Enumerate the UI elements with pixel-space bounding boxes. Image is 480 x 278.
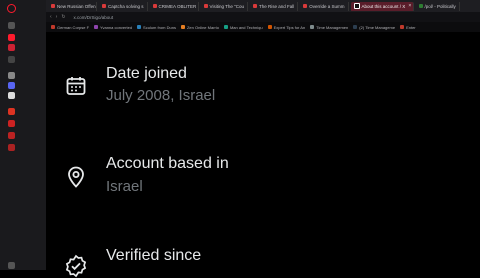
location-pin-icon [68, 166, 84, 188]
sidebar-app-icon[interactable] [8, 56, 15, 63]
browser-tab[interactable]: The Rise and Fall [250, 1, 299, 11]
bookmark-favicon-icon [310, 25, 315, 29]
bookmark-favicon-icon [180, 25, 185, 29]
sidebar-app-icon[interactable] [8, 144, 15, 151]
bookmark-item[interactable]: Sculum from Duns [137, 25, 176, 30]
forward-icon[interactable]: › [56, 14, 58, 20]
browser-tab[interactable]: /pol/ - Politically [416, 1, 460, 11]
bookmark-item[interactable]: Zen Online Marrio [180, 25, 219, 30]
bookmark-favicon-icon [267, 25, 272, 29]
more-icon[interactable] [8, 262, 15, 269]
browser-tab[interactable]: Captcha solving s [99, 1, 148, 11]
bookmark-favicon-icon [94, 25, 99, 29]
x-favicon-icon [353, 3, 360, 9]
bookmarks-bar: German Corpse F Yvanna converted Sculum … [46, 22, 480, 32]
bookmark-item[interactable]: Yvanna converted [94, 25, 132, 30]
url-field[interactable]: x.com/DrSigo/about [74, 15, 114, 20]
bookmark-item[interactable]: Man and Techniqu [223, 25, 263, 30]
home-icon[interactable] [8, 22, 15, 29]
browser-tab[interactable]: CRIMEA OBLITER [150, 1, 199, 11]
tab-favicon-icon [203, 4, 208, 8]
account-based-value: Israel [106, 178, 143, 195]
tab-favicon-icon [152, 4, 157, 8]
back-icon[interactable]: ‹ [50, 14, 52, 20]
browser-sidebar [0, 0, 47, 270]
date-joined-value: July 2008, Israel [106, 87, 216, 104]
opera-logo-icon[interactable] [7, 4, 16, 13]
sidebar-app-icon[interactable] [8, 120, 15, 127]
address-bar: ‹ › ↻ x.com/DrSigo/about [46, 12, 480, 22]
bookmark-favicon-icon [223, 25, 228, 29]
bookmark-item[interactable]: (2) Time Manageme [353, 25, 395, 30]
tab-favicon-icon [51, 4, 55, 8]
x-icon[interactable] [8, 92, 15, 99]
sidebar-app-icon[interactable] [8, 44, 15, 51]
bookmark-favicon-icon [51, 25, 55, 29]
browser-tab[interactable]: Override a Summ [300, 1, 349, 11]
sidebar-app-icon[interactable] [8, 72, 15, 79]
about-account-page: Date joined July 2008, Israel Account ba… [46, 32, 480, 278]
bookmark-item[interactable]: German Corpse F [51, 25, 89, 30]
messenger-icon[interactable] [8, 82, 15, 89]
sidebar-app-icon[interactable] [8, 108, 15, 115]
tab-favicon-icon [252, 4, 257, 8]
verified-since-label: Verified since [106, 247, 202, 264]
browser-tab-active[interactable]: About this account / X × [350, 1, 414, 11]
bookmark-favicon-icon [353, 25, 358, 29]
date-joined-label: Date joined [106, 65, 187, 82]
bookmark-item[interactable]: Expert Tips for An [267, 25, 305, 30]
browser-tab[interactable]: New Russian Offen [48, 1, 97, 11]
close-tab-icon[interactable]: × [408, 3, 411, 9]
account-based-label: Account based in [106, 155, 229, 172]
tab-favicon-icon [418, 4, 423, 8]
bookmark-favicon-icon [137, 25, 142, 29]
bookmark-item[interactable]: Enter [400, 25, 416, 30]
sidebar-app-icon[interactable] [8, 34, 15, 41]
calendar-icon [66, 77, 86, 95]
tab-strip: New Russian Offen Captcha solving s CRIM… [46, 0, 480, 12]
sidebar-app-icon[interactable] [8, 132, 15, 139]
bookmark-favicon-icon [400, 25, 405, 29]
tab-favicon-icon [303, 4, 308, 8]
reload-icon[interactable]: ↻ [61, 14, 65, 20]
browser-tab[interactable]: Visiting The "Cou [201, 1, 248, 11]
verified-badge-icon [65, 254, 87, 278]
tab-favicon-icon [102, 4, 106, 8]
bookmark-item[interactable]: Time Managemen [310, 25, 348, 30]
